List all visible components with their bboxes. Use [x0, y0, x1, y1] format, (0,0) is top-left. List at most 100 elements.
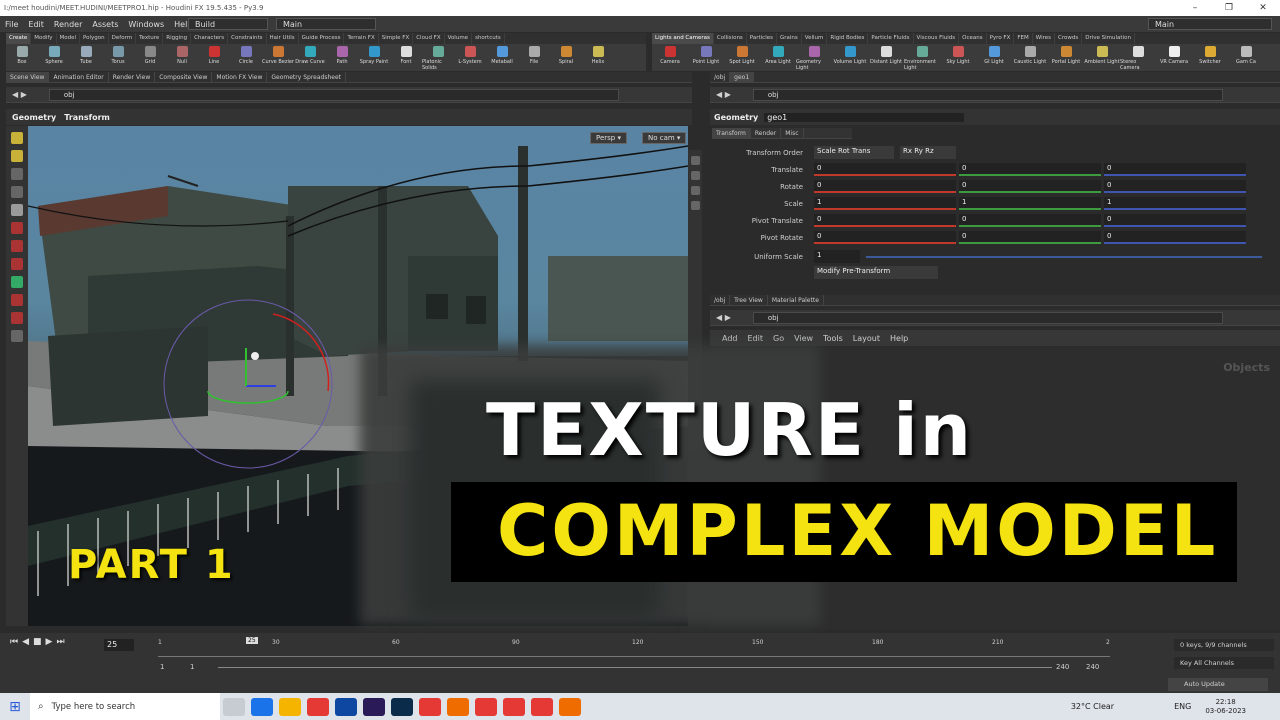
shelf-tab[interactable]: Simple FX [379, 33, 414, 44]
range-start-2[interactable]: 1 [190, 663, 194, 671]
pane-tab[interactable]: Render View [109, 72, 156, 82]
shelf-tool[interactable]: Grid [134, 44, 166, 71]
param-tab-misc[interactable]: Misc [781, 128, 804, 138]
shelf-tool[interactable]: Box [6, 44, 38, 71]
houdini-icon[interactable] [447, 697, 469, 716]
chrome-profile-4-icon[interactable] [531, 697, 553, 716]
handle-icon[interactable] [11, 258, 23, 270]
shelf-tool[interactable]: Path [326, 44, 358, 71]
shelf-tab[interactable]: Model [57, 33, 81, 44]
shelf-tab[interactable]: Particle Fluids [868, 33, 914, 44]
param-field-y[interactable]: 0 [959, 231, 1101, 244]
shelf-tool[interactable]: Sphere [38, 44, 70, 71]
shelf-tab[interactable]: Grains [777, 33, 802, 44]
rotate-icon[interactable] [11, 168, 23, 180]
shelf-tab[interactable]: Collisions [714, 33, 747, 44]
store-icon[interactable] [335, 697, 357, 716]
network-menu-item[interactable]: Go [773, 334, 784, 343]
shelf-tool[interactable]: Tube [70, 44, 102, 71]
network-menu-item[interactable]: Tools [823, 334, 843, 343]
shelf-tool[interactable]: Spot Light [724, 44, 760, 71]
modify-pre-transform-menu[interactable]: Modify Pre-Transform [814, 266, 938, 279]
shelf-tab[interactable]: Wires [1033, 33, 1056, 44]
shelf-tab[interactable]: Constraints [228, 33, 267, 44]
taskbar-search[interactable]: ⌕ Type here to search [30, 693, 220, 720]
language[interactable]: ENG [1174, 702, 1191, 711]
shelf-tool[interactable]: File [518, 44, 550, 71]
param-field-y[interactable]: 0 [959, 180, 1101, 193]
param-field-x[interactable]: 0 [814, 231, 956, 244]
shelf-tab[interactable]: Create [6, 33, 32, 44]
rotate-order-select[interactable]: Rx Ry Rz [900, 146, 956, 159]
menu-edit[interactable]: Edit [23, 20, 49, 29]
param-field-y[interactable]: 0 [959, 163, 1101, 176]
play-back-icon[interactable]: ◀ [22, 637, 29, 647]
key-all-channels-button[interactable]: Key All Channels [1174, 657, 1274, 669]
tab-tree-view[interactable]: Tree View [730, 295, 768, 305]
pane-tab[interactable]: Geometry Spreadsheet [267, 72, 346, 82]
pane-tab[interactable]: Scene View [6, 72, 50, 82]
range-end[interactable]: 240 [1056, 663, 1069, 671]
task-view-icon[interactable] [223, 697, 245, 716]
shelf-tool[interactable]: Line [198, 44, 230, 71]
network-menu-item[interactable]: View [794, 334, 813, 343]
shelf-tool[interactable]: GI Light [976, 44, 1012, 71]
shelf-tool[interactable]: Spiral [550, 44, 582, 71]
viewer-context[interactable]: Geometry [12, 113, 56, 122]
shelf-tab[interactable]: Oceans [959, 33, 987, 44]
shelf-tab[interactable]: FEM [1014, 33, 1033, 44]
timeline-ruler[interactable]: 1 30 60 90 120 150 180 210 2 25 [158, 637, 1110, 657]
shelf-tab[interactable]: Rigid Bodies [827, 33, 869, 44]
param-field-x[interactable]: 0 [814, 180, 956, 193]
shelf-tab[interactable]: Hair Utils [267, 33, 299, 44]
network-menu-item[interactable]: Add [722, 334, 738, 343]
network-menu-item[interactable]: Edit [748, 334, 764, 343]
param-field-z[interactable]: 0 [1104, 214, 1246, 227]
shelf-tab[interactable]: Vellum [802, 33, 828, 44]
shelf-tab[interactable]: Texture [136, 33, 164, 44]
shelf-tool[interactable]: Circle [230, 44, 262, 71]
shelf-tool[interactable]: L-System [454, 44, 486, 71]
shelf-tab[interactable]: Characters [191, 33, 229, 44]
param-field-z[interactable]: 1 [1104, 197, 1246, 210]
pose-icon[interactable] [11, 294, 23, 306]
first-frame-icon[interactable]: ⏮ [10, 637, 18, 647]
premiere-icon[interactable] [363, 697, 385, 716]
maximize-icon[interactable]: ❐ [1212, 0, 1246, 16]
desktop-select-main[interactable]: Main [276, 18, 376, 30]
tab-obj[interactable]: /obj [710, 72, 731, 82]
viewer-tool[interactable]: Transform [64, 113, 110, 122]
shading-icon[interactable] [690, 171, 700, 180]
display-icon[interactable] [690, 156, 700, 165]
shelf-tab[interactable]: Crowds [1055, 33, 1083, 44]
auto-update-button[interactable]: Auto Update [1168, 678, 1268, 691]
select-icon[interactable] [11, 132, 23, 144]
shelf-tool[interactable]: Portal Light [1048, 44, 1084, 71]
node-name-field[interactable]: geo1 [764, 112, 965, 122]
pane-tab[interactable]: Motion FX View [212, 72, 268, 82]
network-menu-item[interactable]: Help [890, 334, 908, 343]
edge-icon[interactable] [251, 697, 273, 716]
param-tab-transform[interactable]: Transform [712, 128, 751, 138]
shelf-tab[interactable]: Terrain FX [344, 33, 379, 44]
shelf-tool[interactable]: Switcher [1192, 44, 1228, 71]
menu-windows[interactable]: Windows [123, 20, 169, 29]
persp-menu[interactable]: Persp ▾ [590, 132, 627, 144]
file-explorer-icon[interactable] [279, 697, 301, 716]
shelf-tab[interactable]: Modify [31, 33, 57, 44]
shelf-tool[interactable]: Curve Bezier [262, 44, 294, 71]
shelf-tool[interactable]: Sky Light [940, 44, 976, 71]
houdini-active-icon[interactable] [559, 697, 581, 716]
chrome-profile-2-icon[interactable] [475, 697, 497, 716]
play-icon[interactable]: ▶ [46, 637, 53, 647]
shelf-tool[interactable]: Metaball [486, 44, 518, 71]
network-menu-item[interactable]: Layout [853, 334, 880, 343]
frame-field[interactable]: 25 [104, 639, 134, 651]
pane-tab[interactable]: Composite View [155, 72, 213, 82]
shelf-tab[interactable]: shortcuts [472, 33, 505, 44]
shelf-tool[interactable]: Camera [652, 44, 688, 71]
magnet-icon[interactable] [11, 222, 23, 234]
back-arrow-icon[interactable]: ◀ ▶ [716, 90, 731, 99]
shelf-tab[interactable]: Cloud FX [413, 33, 445, 44]
playhead[interactable]: 25 [246, 637, 258, 644]
